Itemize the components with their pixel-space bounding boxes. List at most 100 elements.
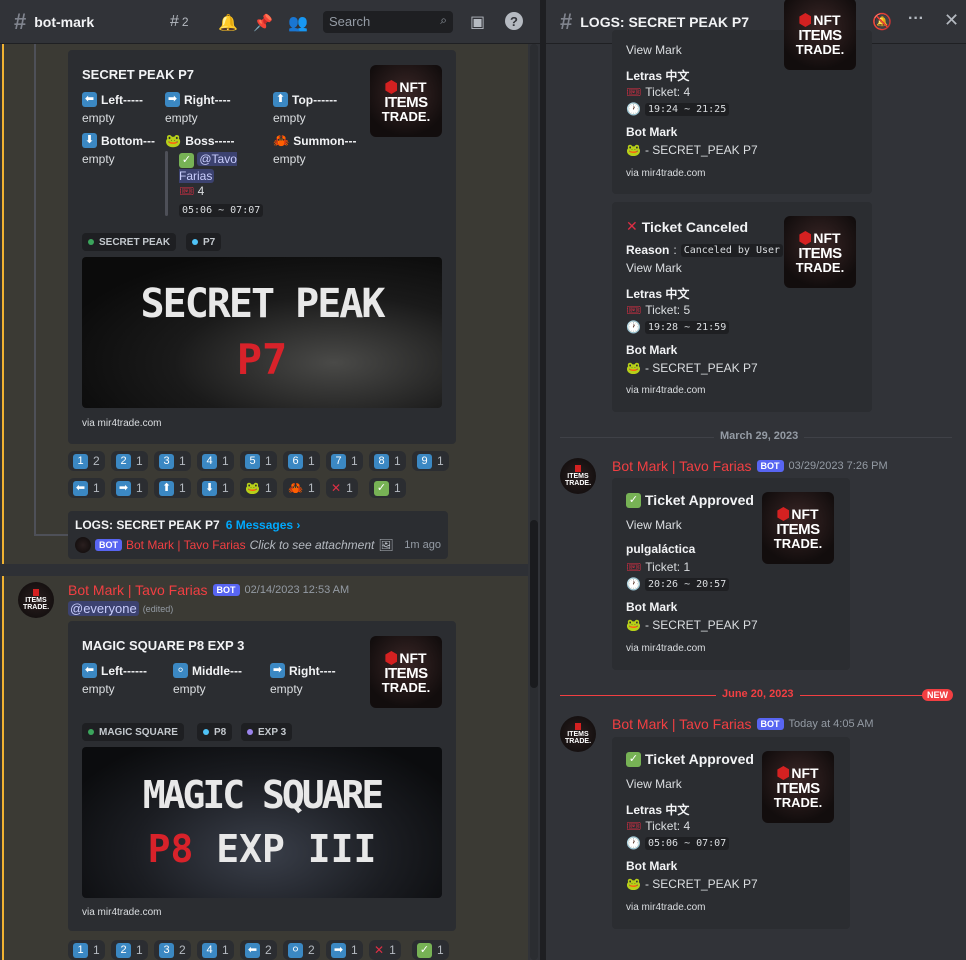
thread-messages-link[interactable]: 6 Messages › <box>226 518 301 532</box>
reaction-button[interactable]: ➡ 1 <box>111 478 148 498</box>
nft-logo: NFT ITEMS TRADE. <box>784 216 856 288</box>
reaction-button[interactable]: 21 <box>111 940 148 960</box>
view-mark-link[interactable]: View Mark <box>626 261 682 275</box>
ticket-icon: 🎟 <box>626 560 642 574</box>
boss-time: 05:06 ~ 07:07 <box>179 202 264 217</box>
quote-bar <box>165 151 168 216</box>
log-bot-name: Bot Mark <box>626 125 678 139</box>
reaction-button[interactable]: 21 <box>111 451 148 471</box>
ticket-icon: 🎟 <box>179 184 195 198</box>
thread-preview[interactable]: LOGS: SECRET PEAK P7 6 Messages › BOT Bo… <box>68 511 448 559</box>
reaction-button[interactable]: ⚪ 2 <box>283 940 320 960</box>
log-user: pulgaláctica <box>626 542 696 556</box>
message-timestamp: 03/29/2023 7:26 PM <box>788 460 888 472</box>
boss-mention[interactable]: ✓ @Tavo Farias <box>179 151 249 185</box>
bot-avatar[interactable]: ITEMS TRADE. <box>560 716 596 752</box>
reaction-button[interactable]: 32 <box>154 940 191 960</box>
thread-hash-icon: # <box>560 8 573 34</box>
everyone-mention[interactable]: @everyone <box>68 601 139 616</box>
bot-avatar[interactable]: ITEMS TRADE. <box>18 582 54 618</box>
ticket-icon: 🎟 <box>626 85 642 99</box>
reaction-button[interactable]: 31 <box>154 451 191 471</box>
reaction-button[interactable]: 91 <box>412 451 449 471</box>
tag-p7: P7 <box>186 233 222 251</box>
reaction-button[interactable]: 12 <box>68 451 105 471</box>
bot-avatar[interactable]: ITEMS TRADE. <box>560 458 596 494</box>
scrollbar-thumb[interactable] <box>530 520 538 688</box>
members-icon[interactable]: 👥 <box>288 13 308 33</box>
close-icon[interactable]: ✕ <box>944 10 959 31</box>
reaction-button[interactable]: ⬇ 1 <box>197 478 234 498</box>
search-input[interactable]: Search ⌕ <box>323 11 453 33</box>
reaction-button[interactable]: 🦀 1 <box>283 478 320 498</box>
reaction-button[interactable]: 41 <box>197 451 234 471</box>
reaction-count: 1 <box>136 943 143 957</box>
reaction-button[interactable]: 51 <box>240 451 277 471</box>
reaction-button[interactable]: ⬆ 1 <box>154 478 191 498</box>
view-mark-link[interactable]: View Mark <box>626 43 682 57</box>
reaction-button[interactable]: ✕ 1 <box>326 478 358 498</box>
bell-icon[interactable]: 🔔 <box>218 13 238 33</box>
message-header: Bot Mark | Tavo Farias BOT 02/14/2023 12… <box>68 582 349 598</box>
reaction-count: 1 <box>308 454 315 468</box>
reaction-count: 1 <box>136 481 143 495</box>
reaction-emoji-icon: 3 <box>159 453 174 469</box>
field-left-value: empty <box>82 682 115 696</box>
clock-icon: 🕐 <box>626 577 641 591</box>
reaction-button[interactable]: 41 <box>197 940 234 960</box>
log-ticket: 🎟 Ticket: 4 <box>626 819 691 833</box>
scrollbar-track[interactable] <box>530 44 538 960</box>
reaction-count: 1 <box>93 481 100 495</box>
banner-title: MAGIC SQUARE <box>142 773 385 817</box>
reaction-count: 1 <box>394 454 401 468</box>
log-boss: 🐸 - SECRET_PEAK P7 <box>626 143 758 157</box>
reaction-button[interactable]: 🐸 1 <box>240 478 277 498</box>
right-arrow-icon: ➡ <box>165 92 180 107</box>
help-icon[interactable]: ? <box>505 12 523 30</box>
cross-icon: ✕ <box>626 218 638 234</box>
field-boss: 🐸 Boss----- <box>165 133 235 148</box>
reaction-button[interactable]: 61 <box>283 451 320 471</box>
inbox-icon[interactable]: ▣ <box>470 12 485 32</box>
nft-logo: NFT ITEMS TRADE. <box>370 65 442 137</box>
reaction-button[interactable]: 11 <box>68 940 105 960</box>
embed-title: SECRET PEAK P7 <box>82 67 194 82</box>
reaction-count: 1 <box>222 943 229 957</box>
reaction-button[interactable]: ⬅ 2 <box>240 940 277 960</box>
reaction-button[interactable]: ⬅ 1 <box>68 478 105 498</box>
reaction-count: 1 <box>179 481 186 495</box>
reaction-emoji-icon: 1 <box>73 453 88 469</box>
thread-avatar <box>75 537 91 553</box>
log-bot-name: Bot Mark <box>626 343 678 357</box>
threads-icon[interactable]: #2 <box>170 13 189 31</box>
reaction-button[interactable]: ✓ 1 <box>369 478 406 498</box>
secret-peak-banner[interactable]: SECRET PEAK P7 <box>82 257 442 408</box>
pin-icon[interactable]: 📌 <box>253 13 273 33</box>
log-embed-canceled: ✕ Ticket Canceled NFT ITEMS TRADE. Reason… <box>612 202 872 412</box>
author-name[interactable]: Bot Mark | Tavo Farias <box>68 582 208 598</box>
field-top: ⬆ Top------ <box>273 92 337 107</box>
reaction-button[interactable]: 81 <box>369 451 406 471</box>
reaction-button[interactable]: ✓ 1 <box>412 940 449 960</box>
author-name[interactable]: Bot Mark | Tavo Farias <box>612 716 752 732</box>
new-badge: NEW <box>922 689 953 701</box>
author-name[interactable]: Bot Mark | Tavo Farias <box>612 458 752 474</box>
thread-last-message: Click to see attachment <box>249 538 375 552</box>
log-bot-name: Bot Mark <box>626 859 678 873</box>
magic-square-banner[interactable]: MAGIC SQUARE P8 EXP III <box>82 747 442 898</box>
threads-count: 2 <box>181 15 189 29</box>
bell-muted-icon[interactable]: 🔕 <box>872 12 892 32</box>
channel-hash-icon: # <box>14 8 27 34</box>
reaction-button[interactable]: ✕ 1 <box>369 940 401 960</box>
more-icon[interactable]: ··· <box>908 10 924 28</box>
reaction-emoji-icon: ✕ <box>374 943 385 957</box>
field-bottom: ⬇ Bottom--- <box>82 133 155 148</box>
reaction-emoji-icon: 🐸 <box>245 481 260 495</box>
banner-sub: P7 <box>236 335 288 384</box>
reaction-button[interactable]: ➡ 1 <box>326 940 363 960</box>
view-mark-link[interactable]: View Mark <box>626 518 682 532</box>
reaction-button[interactable]: 71 <box>326 451 363 471</box>
view-mark-link[interactable]: View Mark <box>626 777 682 791</box>
right-arrow-icon: ➡ <box>270 663 285 678</box>
reaction-count: 2 <box>308 943 315 957</box>
